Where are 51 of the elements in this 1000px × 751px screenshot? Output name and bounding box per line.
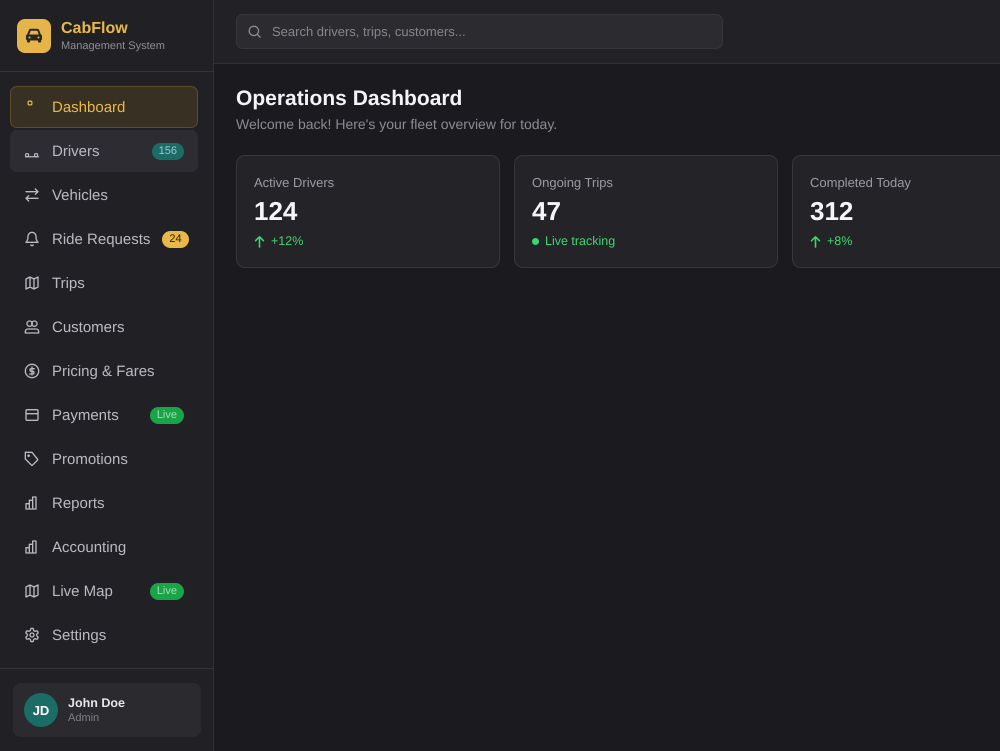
count-badge: Live <box>150 582 184 600</box>
stat-value: 312 <box>810 196 854 227</box>
user-role: Admin <box>68 710 100 724</box>
sidebar-item[interactable]: Pricing & Fares <box>10 350 198 392</box>
sidebar-item[interactable]: Ride Requests 24 <box>10 218 198 260</box>
credit-card-icon <box>24 407 40 423</box>
search-field[interactable]: Search drivers, trips, customers... <box>236 14 723 49</box>
sidebar-item[interactable]: Live Map Live <box>10 570 198 612</box>
tag-icon <box>24 451 40 467</box>
page-subtitle: Welcome back! Here's your fleet overview for today. <box>236 115 558 133</box>
map-icon <box>24 583 40 599</box>
sidebar-item[interactable]: Drivers 156 <box>10 130 198 172</box>
sidebar-item[interactable]: Settings <box>10 614 198 656</box>
map-icon <box>24 275 40 291</box>
stat-value: 124 <box>254 196 298 227</box>
user-card[interactable]: JD John Doe Admin <box>13 683 201 737</box>
user-avatar: JD <box>24 693 58 727</box>
arrow-up-icon <box>254 234 265 248</box>
wheels-icon <box>24 152 40 158</box>
arrow-up-icon <box>810 234 821 248</box>
swap-arrows-icon <box>24 187 40 203</box>
stat-label: Active Drivers <box>254 175 336 191</box>
stat-change: +12% <box>271 233 304 249</box>
dollar-circle-icon <box>24 363 40 379</box>
stat-label: Ongoing Trips <box>532 175 614 191</box>
sidebar-item[interactable]: Vehicles <box>10 174 198 216</box>
car-icon <box>17 18 51 52</box>
sidebar-item[interactable]: Reports <box>10 482 198 524</box>
count-badge: Live <box>150 406 184 424</box>
stat-change: +8% <box>827 233 852 249</box>
sidebar-item[interactable]: Payments Live <box>10 394 198 436</box>
count-badge: 24 <box>162 230 189 248</box>
sidebar-item[interactable]: Trips <box>10 262 198 304</box>
status-dot-icon <box>532 238 539 244</box>
count-badge: 156 <box>152 142 184 160</box>
sidebar-item[interactable]: Accounting <box>10 526 198 568</box>
small-square-icon <box>27 100 33 106</box>
brand-name: CabFlow <box>61 18 129 38</box>
sidebar-item[interactable]: Promotions <box>10 438 198 480</box>
stat-label: Completed Today <box>810 175 912 191</box>
brand-subtitle: Management System <box>61 38 165 52</box>
stat-value: 47 <box>532 196 562 227</box>
users-icon <box>24 319 40 335</box>
settings-icon <box>24 627 40 643</box>
bell-icon <box>24 231 40 247</box>
page-title: Operations Dashboard <box>236 86 464 112</box>
stat-change: Live tracking <box>545 233 616 249</box>
sidebar-item[interactable]: Dashboard <box>10 86 198 128</box>
sidebar-item[interactable]: Customers <box>10 306 198 348</box>
search-icon <box>247 24 262 39</box>
user-name: John Doe <box>68 696 125 710</box>
